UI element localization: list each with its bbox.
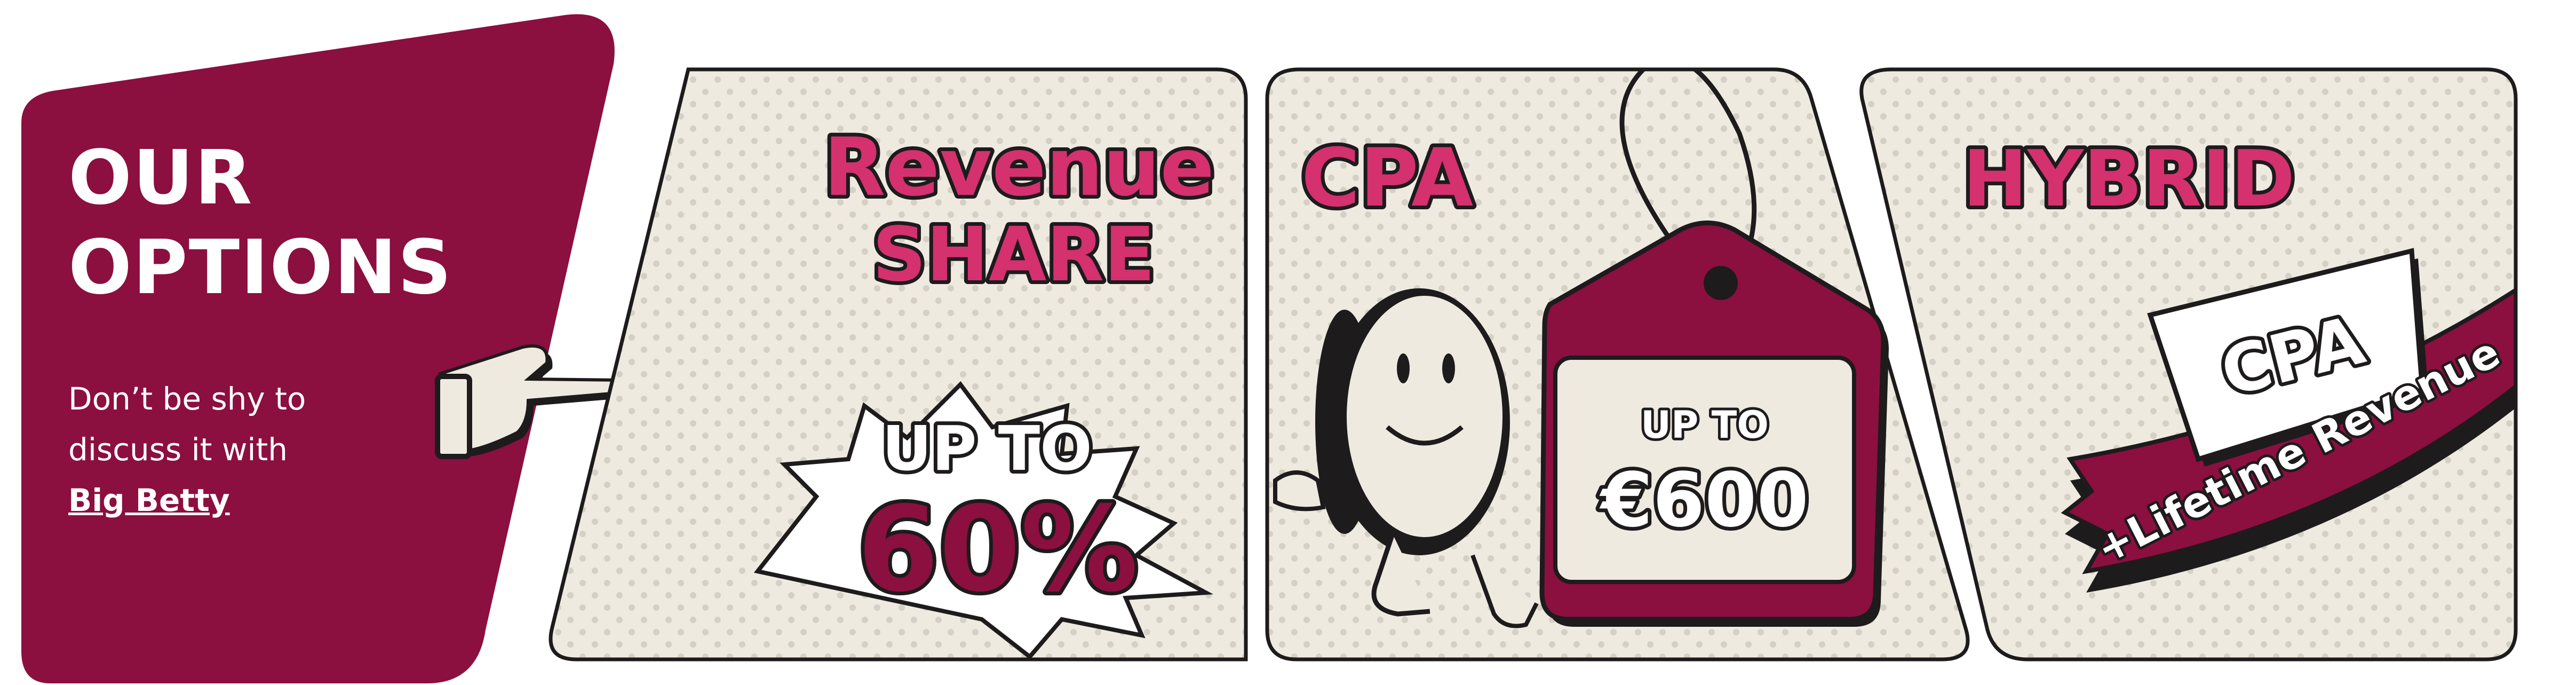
hybrid-title: HYBRID bbox=[1963, 134, 2295, 224]
cpa-tag-line2: €600 bbox=[1599, 457, 1809, 544]
cpa-title: CPA bbox=[1301, 132, 1473, 225]
revenue-share-burst-line2: 60% bbox=[857, 481, 1139, 618]
intro-title: OUR OPTIONS bbox=[68, 133, 548, 313]
big-betty-link[interactable]: Big Betty bbox=[68, 475, 367, 526]
intro-title-line1: OUR bbox=[68, 135, 253, 222]
cpa-tag-line1: UP TO bbox=[1641, 403, 1769, 447]
intro-sub-line2: discuss it with bbox=[68, 431, 288, 468]
revenue-share-title-line2: SHARE bbox=[872, 211, 1155, 298]
intro-text-block: OUR OPTIONS Don’t be shy to discuss it w… bbox=[68, 0, 548, 685]
intro-subtitle: Don’t be shy to discuss it with Big Bett… bbox=[68, 374, 367, 526]
revenue-share-burst-line1: UP TO bbox=[882, 413, 1092, 485]
intro-sub-line1: Don’t be shy to bbox=[68, 381, 306, 417]
revenue-share-title-line1: Revenue bbox=[824, 121, 1214, 214]
intro-title-line2: OPTIONS bbox=[68, 224, 453, 311]
